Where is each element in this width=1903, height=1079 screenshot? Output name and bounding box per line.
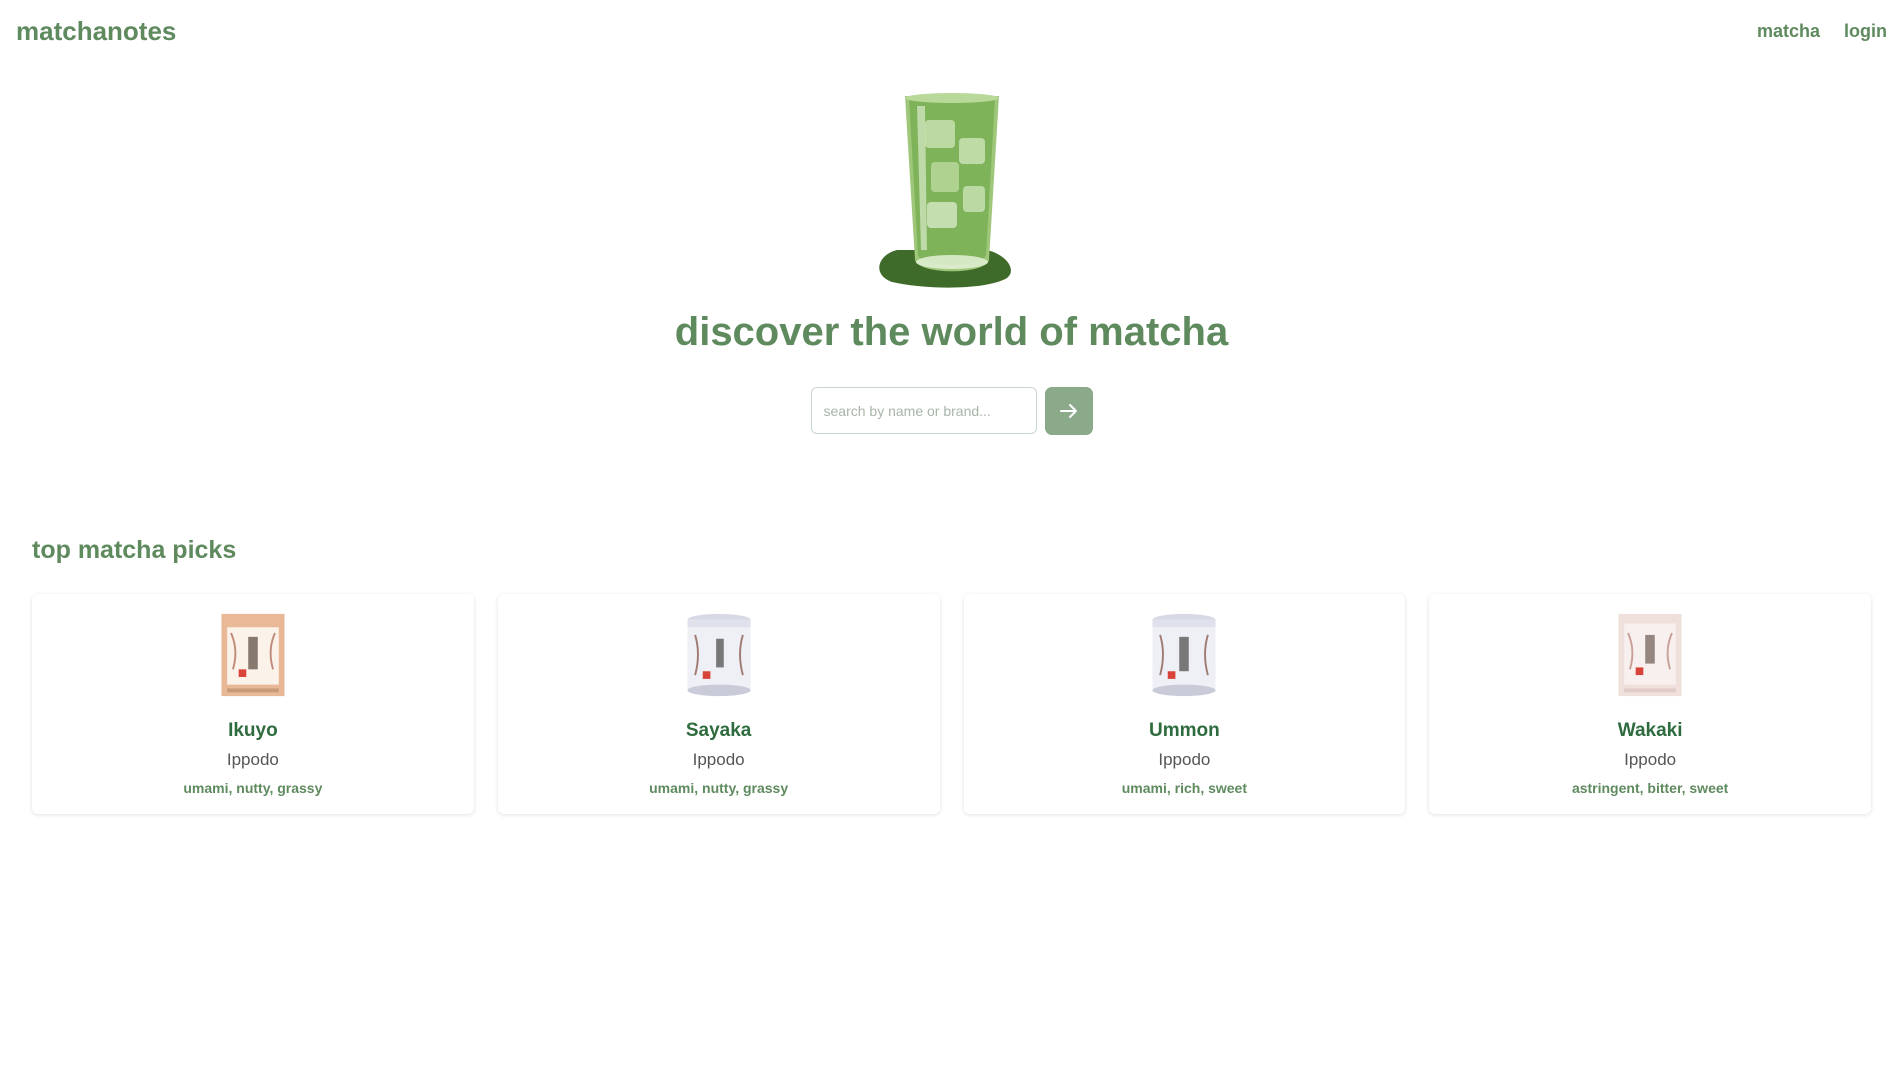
arrow-right-icon [1059, 404, 1077, 418]
matcha-card[interactable]: Ikuyo Ippodo umami, nutty, grassy [32, 594, 474, 814]
matcha-card[interactable]: Sayaka Ippodo umami, nutty, grassy [497, 594, 940, 814]
nav-link-login[interactable]: login [1844, 21, 1887, 42]
hero-title: discover the world of matcha [674, 310, 1229, 354]
brand-logo[interactable]: matchanotes [16, 16, 176, 47]
hero: discover the world of matcha [0, 90, 1903, 356]
picks-list: Ikuyo Ippodo umami, nutty, grassy Sayaka… [32, 594, 1871, 814]
matcha-box-image [221, 613, 285, 697]
card-notes: astringent, bitter, sweet [1571, 780, 1729, 796]
nav-link-matcha[interactable]: matcha [1757, 21, 1820, 42]
card-name: Sayaka [685, 720, 752, 741]
search-bar [0, 387, 1903, 435]
iced-matcha-glass-image [878, 93, 1011, 288]
card-brand: Ippodo [226, 750, 279, 769]
card-notes: umami, nutty, grassy [649, 780, 789, 796]
matcha-card[interactable]: Ummon Ippodo umami, rich, sweet [963, 594, 1406, 814]
card-brand: Ippodo [1624, 750, 1677, 769]
nav-links: matcha login [1757, 21, 1887, 42]
card-name: Wakaki [1617, 720, 1683, 741]
card-notes: umami, nutty, grassy [183, 780, 323, 796]
card-name: Ummon [1149, 720, 1220, 741]
card-brand: Ippodo [1158, 750, 1211, 769]
card-name: Ikuyo [228, 720, 278, 741]
navbar: matchanotes matcha login [0, 0, 1903, 64]
matcha-card[interactable]: Wakaki Ippodo astringent, bitter, sweet [1429, 594, 1871, 814]
matcha-tin-image [1152, 613, 1216, 697]
matcha-tin-image [687, 613, 751, 697]
card-notes: umami, rich, sweet [1121, 780, 1248, 796]
matcha-box-image [1618, 613, 1682, 697]
search-input[interactable] [810, 387, 1037, 434]
card-brand: Ippodo [692, 750, 745, 769]
search-submit-button[interactable] [1044, 387, 1093, 435]
section-title: top matcha picks [32, 536, 237, 564]
